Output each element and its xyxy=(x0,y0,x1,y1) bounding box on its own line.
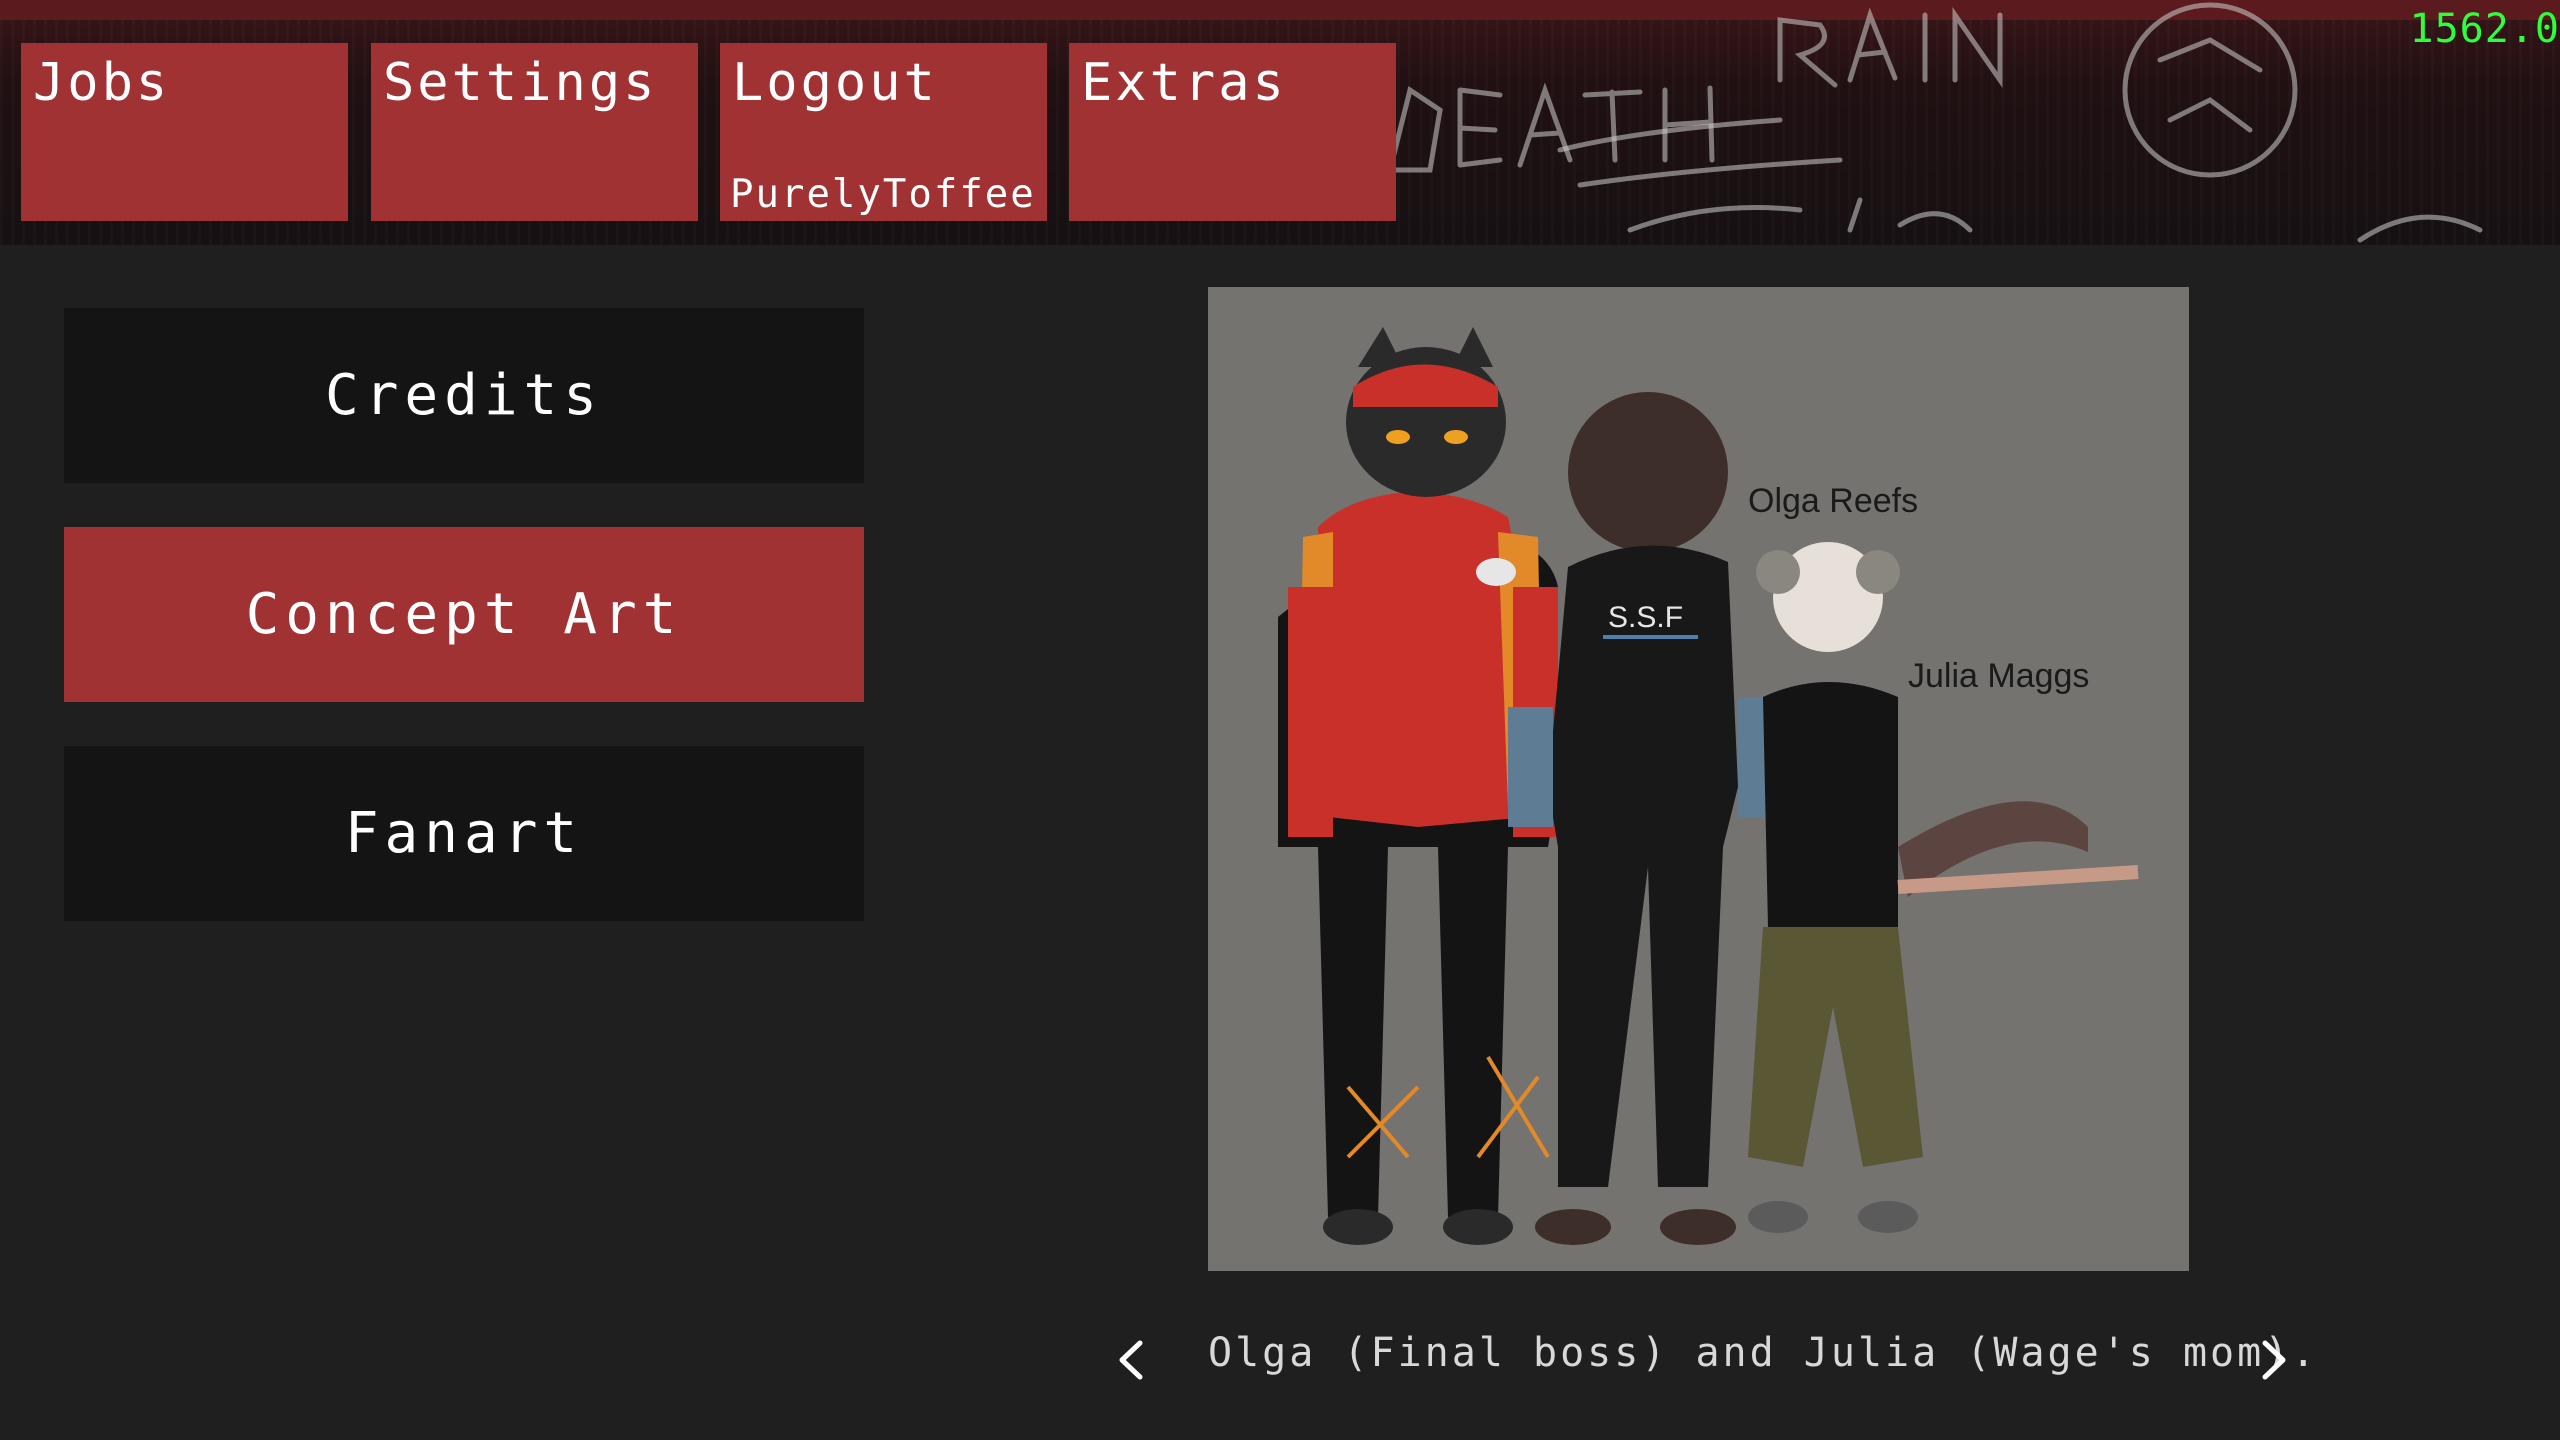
concept-art-label: Concept Art xyxy=(245,582,683,647)
extras-label: Extras xyxy=(1081,53,1287,113)
character-julia xyxy=(1748,542,2139,1233)
fanart-button[interactable]: Fanart xyxy=(64,746,864,921)
credits-button[interactable]: Credits xyxy=(64,308,864,483)
character-olga: S.S.F xyxy=(1508,392,1783,1245)
julia-name-label: Julia Maggs xyxy=(1908,657,2089,695)
username-label: PurelyToffee xyxy=(730,172,1036,217)
fps-counter: 1562.0 xyxy=(2409,6,2560,52)
banner-graffiti xyxy=(1386,2,2483,243)
image-caption: Olga (Final boss) and Julia (Wage's mom)… xyxy=(1208,1330,2319,1376)
logout-button[interactable]: Logout PurelyToffee xyxy=(720,43,1047,221)
extras-button[interactable]: Extras xyxy=(1069,43,1396,221)
chevron-right-icon xyxy=(2262,1340,2286,1380)
jobs-button[interactable]: Jobs xyxy=(21,43,348,221)
logout-label: Logout xyxy=(732,53,938,113)
ssf-badge: S.S.F xyxy=(1608,601,1683,634)
jobs-label: Jobs xyxy=(33,53,171,113)
settings-button[interactable]: Settings xyxy=(371,43,698,221)
fanart-label: Fanart xyxy=(344,801,584,866)
concept-art-image: S.S.F Olga Reefs Julia Maggs xyxy=(1208,287,2189,1271)
next-image-button[interactable] xyxy=(2245,1325,2305,1395)
chevron-left-icon xyxy=(1119,1340,1143,1380)
olga-name-label: Olga Reefs xyxy=(1748,482,1918,520)
concept-art-button[interactable]: Concept Art xyxy=(64,527,864,702)
game-screen: Jobs Settings Logout PurelyToffee Extras… xyxy=(0,0,2560,1440)
prev-image-button[interactable] xyxy=(1100,1325,1160,1395)
credits-label: Credits xyxy=(324,363,603,428)
settings-label: Settings xyxy=(383,53,658,113)
